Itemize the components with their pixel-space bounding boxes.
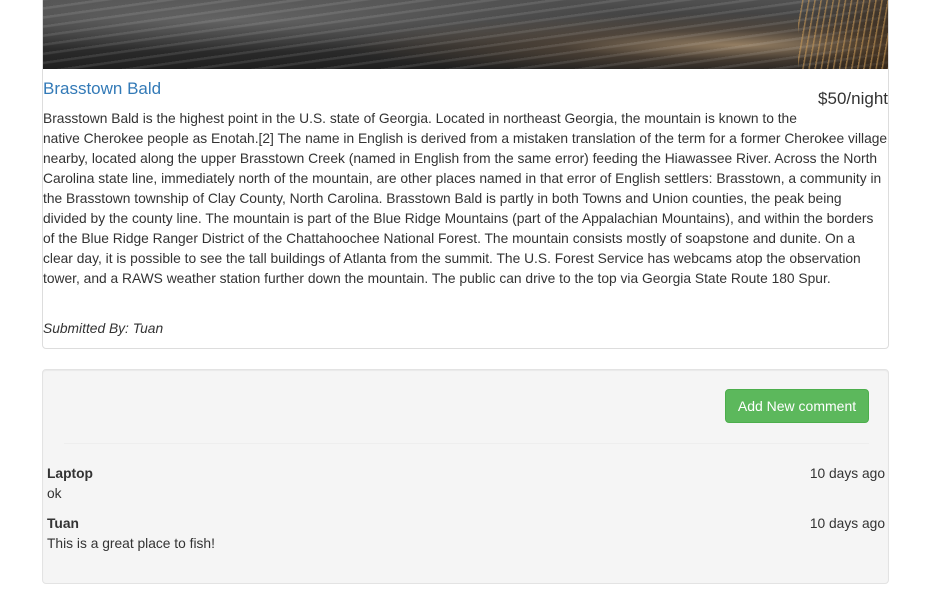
campground-card: $50/night Brasstown Bald Brasstown Bald … xyxy=(42,0,889,349)
comment-item: Tuan 10 days ago This is a great place t… xyxy=(47,514,885,554)
comment-author: Laptop xyxy=(47,466,93,481)
add-new-comment-button[interactable]: Add New comment xyxy=(725,389,869,423)
price-label: $50/night xyxy=(818,89,888,108)
campground-description: Brasstown Bald is the highest point in t… xyxy=(43,109,888,289)
submitted-by: Submitted By: Tuan xyxy=(43,321,164,336)
campground-image xyxy=(43,0,888,69)
description-text: Brasstown Bald is the highest point in t… xyxy=(43,111,888,286)
campground-title-link[interactable]: Brasstown Bald xyxy=(43,78,161,100)
image-reeds-detail xyxy=(798,0,888,69)
comment-timestamp: 10 days ago xyxy=(809,466,885,481)
price-float-spacer xyxy=(808,109,888,127)
comments-divider xyxy=(64,443,869,444)
comment-item: Laptop 10 days ago ok xyxy=(47,464,885,504)
comment-text: ok xyxy=(47,486,62,501)
comment-author: Tuan xyxy=(47,516,79,531)
comment-text: This is a great place to fish! xyxy=(47,536,215,551)
comments-panel: Add New comment Laptop 10 days ago ok Tu… xyxy=(42,369,889,584)
comment-timestamp: 10 days ago xyxy=(809,516,885,531)
